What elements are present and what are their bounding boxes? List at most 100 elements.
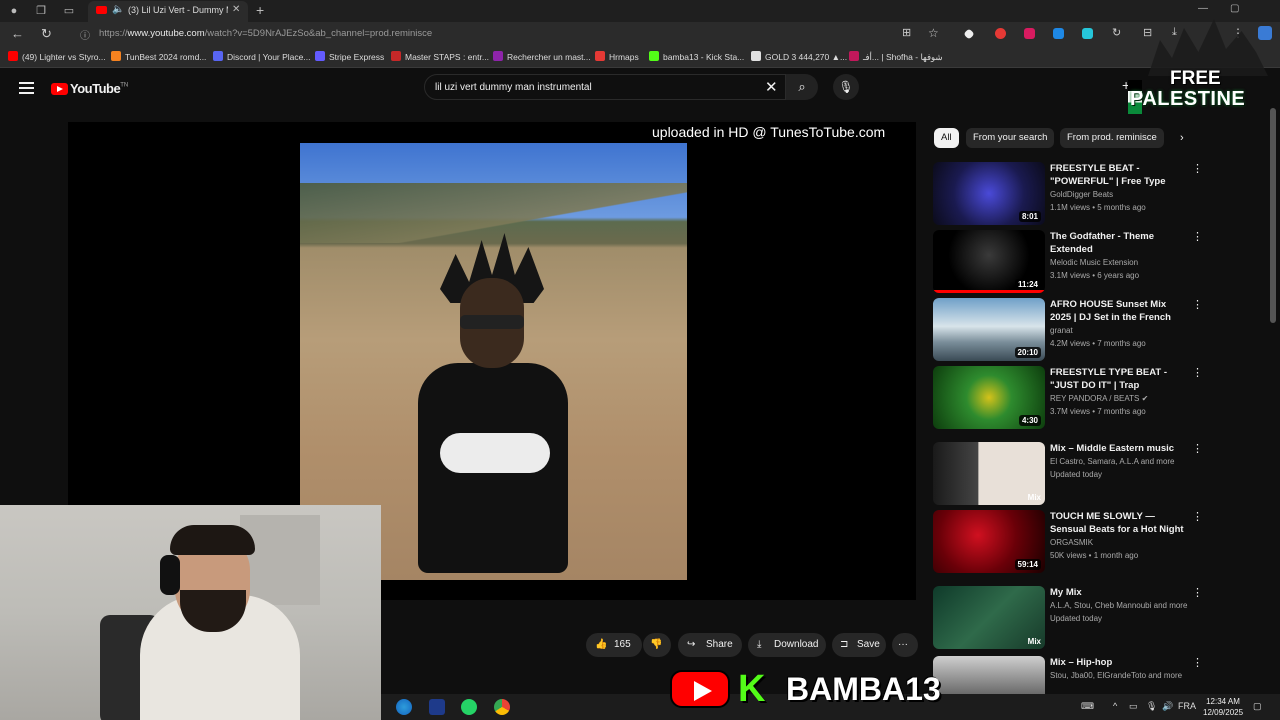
bookmark-item[interactable]: (49) Lighter vs Styro... — [8, 51, 106, 62]
video-thumbnail[interactable] — [933, 656, 1045, 694]
video-thumbnail[interactable]: 59:14 — [933, 510, 1045, 573]
more-options-icon[interactable]: ⋮ — [1192, 298, 1203, 311]
bookmark-item[interactable]: TunBest 2024 romd... — [111, 51, 206, 62]
more-options-icon[interactable]: ⋮ — [1192, 510, 1203, 523]
extension-red-icon[interactable] — [995, 28, 1006, 39]
recommendation-item[interactable]: Mix – Hip-hop Stou, Jba00, ElGrandeToto … — [933, 656, 1273, 694]
network-icon[interactable]: ▭ — [1129, 701, 1138, 712]
channel-name[interactable]: El Castro, Samara, A.L.A and more — [1050, 457, 1190, 466]
whatsapp-icon[interactable] — [461, 699, 477, 715]
channel-name[interactable]: granat — [1050, 326, 1190, 335]
recommendation-item[interactable]: 59:14 TOUCH ME SLOWLY — Sensual Beats fo… — [933, 510, 1273, 574]
recommendation-item[interactable]: 4:30 FREESTYLE TYPE BEAT - "JUST DO IT" … — [933, 366, 1273, 430]
profile-icon[interactable]: ● — [6, 3, 22, 19]
show-hidden-icons-icon[interactable]: ^ — [1113, 701, 1117, 711]
bookmark-item[interactable]: أفـ... | Shofha - شوفها — [849, 51, 943, 63]
recommendation-item[interactable]: 8:01 FREESTYLE BEAT - "POWERFUL" | Free … — [933, 162, 1273, 226]
extension-diamond-icon[interactable] — [963, 28, 975, 40]
video-title[interactable]: FREESTYLE BEAT - "POWERFUL" | Free Type … — [1050, 162, 1186, 189]
extension-teal-icon[interactable] — [1082, 28, 1093, 39]
chip-from-search[interactable]: From your search — [966, 128, 1055, 148]
tab-actions-icon[interactable]: ▭ — [61, 3, 77, 19]
back-icon[interactable]: ← — [11, 26, 24, 41]
edge-browser-icon[interactable] — [396, 699, 412, 715]
extension-refresh-icon[interactable]: ↻ — [1112, 26, 1121, 39]
video-title[interactable]: FREESTYLE TYPE BEAT - "JUST DO IT" | Tra… — [1050, 366, 1186, 393]
share-button[interactable]: ↪ Share — [678, 633, 742, 657]
recommendation-item[interactable]: Mix Mix – Middle Eastern music El Castro… — [933, 442, 1273, 506]
like-button[interactable]: 👍 165 — [586, 633, 642, 657]
channel-name[interactable]: Melodic Music Extension — [1050, 258, 1190, 267]
more-options-icon[interactable]: ⋮ — [1192, 586, 1203, 599]
language-indicator[interactable]: FRA — [1178, 701, 1196, 711]
maximize-icon[interactable]: ▢ — [1230, 3, 1239, 14]
bookmark-item[interactable]: Rechercher un mast... — [493, 51, 591, 62]
more-options-icon[interactable]: ⋮ — [1192, 230, 1203, 243]
video-thumbnail[interactable]: 20:10 — [933, 298, 1045, 361]
notifications-icon[interactable]: ▢ — [1253, 701, 1262, 712]
speaker-icon[interactable]: 🔈 — [112, 4, 124, 15]
search-button[interactable]: ⌕ — [786, 74, 818, 100]
more-actions-button[interactable]: ··· — [892, 633, 918, 657]
save-button[interactable]: ⊐ Save — [832, 633, 886, 657]
recommendation-item[interactable]: 11:24 The Godfather - Theme Extended Mel… — [933, 230, 1273, 294]
tab-youtube[interactable]: 🔈 (3) Lil Uzi Vert - Dummy Man ✕ — [88, 1, 248, 22]
bookmark-item[interactable]: Hrmaps — [595, 51, 639, 62]
chip-all[interactable]: All — [934, 128, 959, 148]
reload-icon[interactable]: ↻ — [41, 26, 52, 42]
menu-icon[interactable] — [19, 82, 34, 94]
bookmark-item[interactable]: Discord | Your Place... — [213, 51, 310, 62]
new-tab-button[interactable]: + — [256, 2, 264, 18]
more-options-icon[interactable]: ⋮ — [1192, 366, 1203, 379]
close-tab-icon[interactable]: ✕ — [232, 4, 240, 15]
bookmark-item[interactable]: GOLD 3 444,270 ▲... — [751, 51, 847, 62]
youtube-logo[interactable]: YouTubeTN — [51, 80, 128, 98]
dislike-button[interactable]: 👎 — [643, 633, 671, 657]
video-thumbnail[interactable]: Mix — [933, 442, 1045, 505]
search-input[interactable]: lil uzi vert dummy man instrumental ✕ — [424, 74, 786, 100]
channel-name[interactable]: Stou, Jba00, ElGrandeToto and more — [1050, 671, 1190, 680]
url-bar[interactable]: ⓘ https://www.youtube.com/watch?v=5D9NrA… — [74, 25, 904, 43]
voice-search-button[interactable]: 🎙 — [833, 74, 859, 100]
video-title[interactable]: Mix – Middle Eastern music — [1050, 442, 1186, 455]
app-install-icon[interactable]: ⊞ — [902, 26, 911, 39]
keyboard-icon[interactable]: ⌨ — [1081, 701, 1094, 712]
site-info-icon[interactable]: ⓘ — [80, 27, 90, 42]
minimize-icon[interactable]: — — [1198, 3, 1208, 14]
outlook-icon[interactable] — [429, 699, 445, 715]
video-thumbnail[interactable]: 4:30 — [933, 366, 1045, 429]
bookmark-item[interactable]: bamba13 - Kick Sta... — [649, 51, 744, 62]
page-scrollbar[interactable] — [1270, 108, 1276, 323]
chrome-icon[interactable] — [494, 699, 510, 715]
extension-pink-icon[interactable] — [1024, 28, 1035, 39]
channel-name[interactable]: GoldDigger Beats — [1050, 190, 1190, 199]
bookmark-item[interactable]: Stripe Express — [315, 51, 384, 62]
download-button[interactable]: ⤓ Download — [748, 633, 826, 657]
video-title[interactable]: My Mix — [1050, 586, 1186, 599]
video-title[interactable]: Mix – Hip-hop — [1050, 656, 1186, 669]
channel-name[interactable]: ORGASMIK — [1050, 538, 1190, 547]
channel-name[interactable]: REY PANDORA / BEATS ✔ — [1050, 394, 1190, 403]
channel-name[interactable]: A.L.A, Stou, Cheb Mannoubi and more — [1050, 601, 1190, 610]
volume-icon[interactable]: 🔊 — [1162, 701, 1173, 712]
video-title[interactable]: AFRO HOUSE Sunset Mix 2025 | DJ Set in t… — [1050, 298, 1186, 325]
more-options-icon[interactable]: ⋮ — [1192, 442, 1203, 455]
chevron-right-icon[interactable]: › — [1180, 132, 1184, 144]
workspaces-icon[interactable]: ❐ — [33, 3, 49, 19]
video-title[interactable]: The Godfather - Theme Extended — [1050, 230, 1186, 256]
microphone-tray-icon[interactable]: 🎙 — [1146, 701, 1157, 712]
system-clock[interactable]: 12:34 AM 12/09/2025 — [1203, 696, 1243, 718]
clear-search-icon[interactable]: ✕ — [765, 78, 778, 96]
video-thumbnail[interactable]: Mix — [933, 586, 1045, 649]
more-options-icon[interactable]: ⋮ — [1192, 162, 1203, 175]
more-options-icon[interactable]: ⋮ — [1192, 656, 1203, 669]
video-thumbnail[interactable]: 8:01 — [933, 162, 1045, 225]
video-thumbnail[interactable]: 11:24 — [933, 230, 1045, 293]
video-title[interactable]: TOUCH ME SLOWLY — Sensual Beats for a Ho… — [1050, 510, 1186, 537]
extension-blue-icon[interactable] — [1053, 28, 1064, 39]
bookmark-star-icon[interactable]: ☆ — [928, 26, 939, 40]
recommendation-item[interactable]: Mix My Mix A.L.A, Stou, Cheb Mannoubi an… — [933, 586, 1273, 650]
recommendation-item[interactable]: 20:10 AFRO HOUSE Sunset Mix 2025 | DJ Se… — [933, 298, 1273, 362]
bookmark-item[interactable]: Master STAPS : entr... — [391, 51, 489, 62]
chip-from-channel[interactable]: From prod. reminisce — [1060, 128, 1164, 148]
